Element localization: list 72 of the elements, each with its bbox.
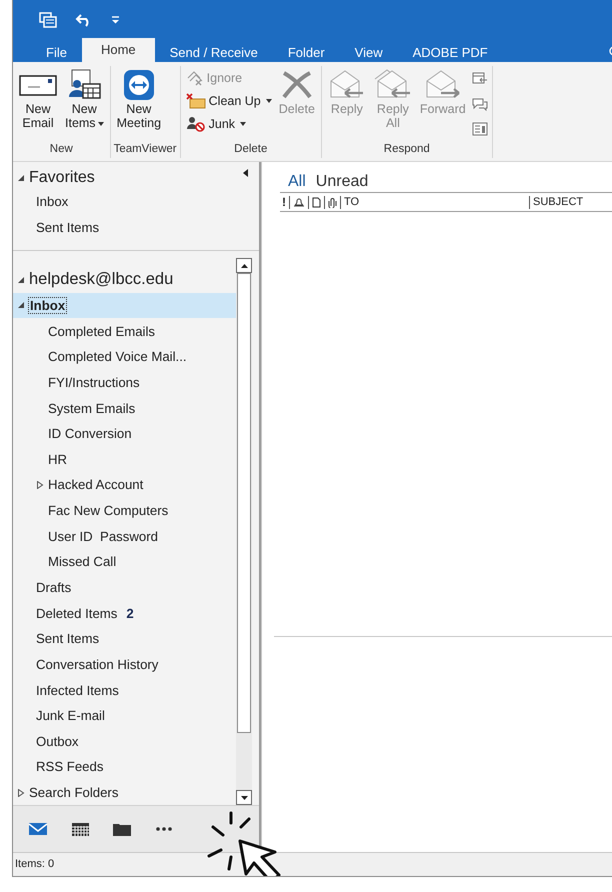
folder-icon[interactable] (113, 822, 131, 836)
ribbon-tab[interactable]: File (31, 43, 82, 62)
folder-item[interactable]: RSS Feeds (13, 754, 236, 780)
group-label: New (48, 142, 74, 157)
favorites-header[interactable]: Favorites (13, 167, 259, 189)
folder-item[interactable]: User ID Password (13, 523, 236, 550)
folder-item[interactable]: Deleted Items 2 (13, 600, 236, 626)
column-header[interactable]: SUBJECT (529, 196, 586, 208)
scroll-up-icon[interactable] (240, 264, 248, 268)
folder-item[interactable]: ID Conversion (13, 420, 236, 446)
folder-item[interactable]: Sent Items (13, 214, 259, 240)
folder-item[interactable]: Junk E-mail (13, 702, 236, 729)
folder-item[interactable]: Hacked Account (13, 472, 236, 498)
person-block-icon (186, 116, 206, 132)
calendar-icon[interactable] (72, 822, 88, 836)
collapse-pane-icon[interactable] (243, 169, 249, 177)
mail-icon[interactable] (28, 822, 48, 836)
delete-icon (280, 69, 314, 101)
group-label: Delete (233, 142, 268, 157)
scrollbar[interactable] (236, 258, 252, 805)
forward-icon (424, 69, 462, 101)
folder-item[interactable]: Fac New Computers (13, 498, 236, 524)
group-label: Respond (382, 142, 431, 157)
folder-item[interactable]: HR (13, 446, 236, 472)
collapsed-arrow-icon[interactable] (36, 480, 44, 489)
document-icon[interactable] (312, 196, 321, 208)
ribbon-tab[interactable]: Home (82, 38, 155, 62)
bell-icon[interactable] (293, 196, 305, 208)
ribbon-button[interactable]: New Meeting (114, 66, 164, 140)
folder-item[interactable]: Sent Items (13, 626, 236, 652)
more-icon[interactable] (155, 826, 173, 832)
paperclip-icon[interactable] (328, 196, 337, 208)
column-header[interactable]: ! (280, 196, 289, 208)
ribbon-button[interactable]: Clean Up (184, 91, 274, 111)
scroll-down-icon[interactable] (240, 796, 248, 800)
reply-all-icon (374, 69, 412, 101)
expanded-arrow-icon[interactable] (17, 276, 25, 284)
folder-item[interactable]: Completed Emails (13, 318, 236, 344)
conversation-x-icon (186, 70, 204, 86)
customize-icon[interactable] (111, 16, 120, 24)
unread-count: 2 (126, 606, 134, 621)
contact-calendar-icon (66, 69, 102, 101)
ribbon-tab[interactable]: Send / Receive (154, 43, 273, 62)
folder-item[interactable]: Search Folders (13, 780, 236, 806)
folder-item[interactable]: Conversation History (13, 652, 236, 678)
column-header[interactable]: TO (340, 196, 529, 208)
folder-item[interactable]: FYI/Instructions (13, 370, 236, 396)
filter-tab[interactable]: All (288, 172, 306, 192)
expanded-arrow-icon[interactable] (17, 174, 25, 182)
status-text: Items: 0 (15, 858, 54, 870)
reply-icon (328, 69, 366, 101)
folder-item[interactable]: Completed Voice Mail... (13, 344, 236, 370)
ribbon-button[interactable]: New Items (62, 66, 107, 140)
folder-item[interactable]: Missed Call (13, 549, 236, 575)
expanded-arrow-icon[interactable] (17, 301, 25, 310)
envelope-x-icon (186, 93, 206, 109)
ribbon-tab[interactable]: View (340, 43, 398, 62)
group-label: TeamViewer (114, 142, 177, 157)
folder-item[interactable]: System Emails (13, 395, 236, 421)
ribbon-button[interactable]: Junk (184, 114, 274, 134)
folder-item[interactable]: Drafts (13, 574, 236, 600)
filter-tab[interactable]: Unread (316, 172, 368, 192)
ribbon-tab[interactable]: ADOBE PDF (398, 43, 503, 62)
document-stack-icon[interactable] (39, 12, 57, 28)
folder-item[interactable]: Infected Items (13, 677, 236, 703)
account-header[interactable]: helpdesk@lbcc.edu (13, 267, 236, 293)
ribbon-button[interactable]: New Email (16, 66, 60, 140)
folder-item[interactable]: Inbox (13, 189, 259, 215)
folder-item[interactable]: Outbox (13, 728, 236, 754)
collapsed-arrow-icon[interactable] (17, 788, 25, 797)
ribbon-tab[interactable]: Folder (272, 43, 340, 62)
folder-item[interactable]: Inbox (13, 292, 236, 318)
